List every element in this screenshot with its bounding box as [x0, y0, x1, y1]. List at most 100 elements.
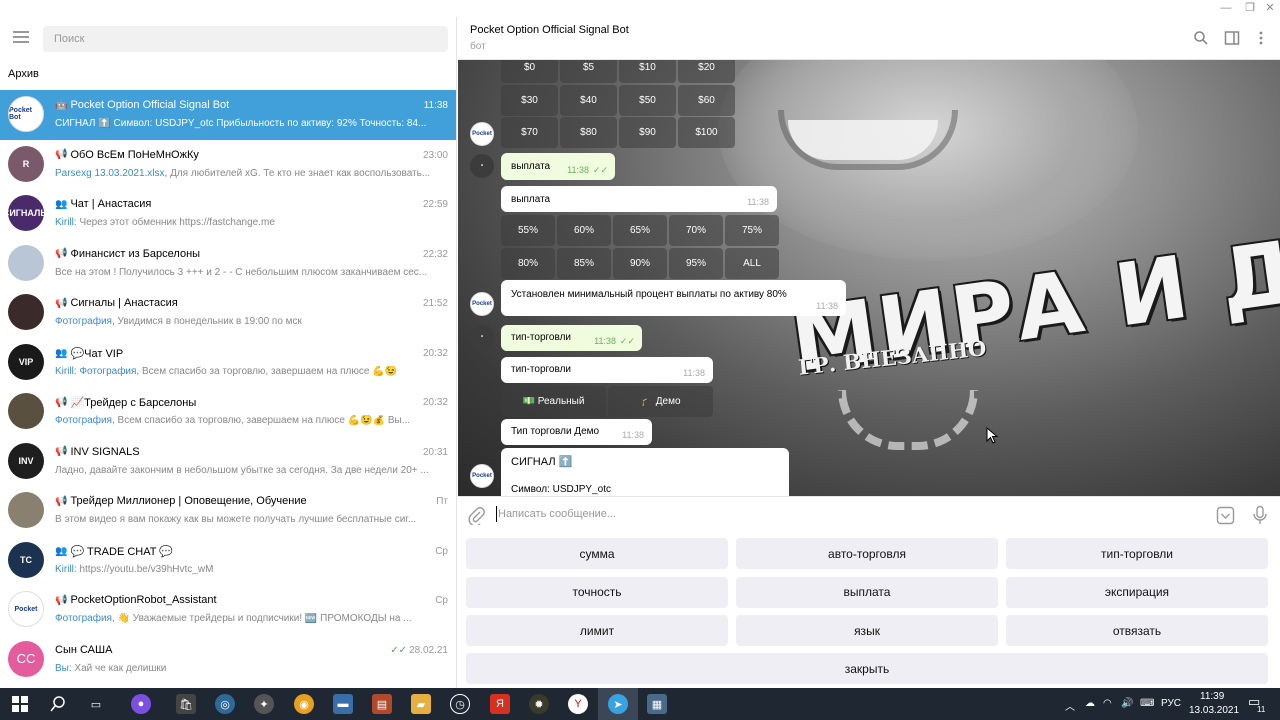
payout-percent-button[interactable]: 80%	[501, 248, 555, 279]
wifi-icon[interactable]: ◠	[1103, 698, 1112, 709]
amount-button[interactable]: $100	[678, 117, 735, 148]
chat-avatar[interactable]	[8, 244, 44, 281]
chat-avatar[interactable]: СИГНАЛЫ	[8, 195, 44, 231]
chat-avatar[interactable]: INV	[8, 442, 44, 479]
incoming-message[interactable]: Установлен минимальный процент выплаты п…	[501, 280, 846, 316]
reply-keyboard-button[interactable]: отвязать	[1006, 615, 1268, 646]
chat-avatar[interactable]: R	[8, 145, 44, 182]
telegram-icon[interactable]: ➤	[608, 694, 628, 714]
network-icon[interactable]: ☁	[1085, 698, 1095, 709]
yandex-icon[interactable]: Я	[490, 694, 510, 714]
chat-title[interactable]: Pocket Option Official Signal Bot	[470, 24, 629, 36]
store-icon[interactable]: 🛍	[176, 694, 196, 714]
chat-list-item[interactable]: VIP 👥 💬Чат VIP 20:32 Kirill: Фотография, Все…	[0, 338, 456, 388]
search-icon[interactable]	[48, 694, 68, 714]
bot-avatar[interactable]: Pocket	[470, 292, 494, 316]
chat-avatar[interactable]: Pocket	[8, 591, 44, 627]
task-view-icon[interactable]: ▭	[86, 694, 106, 714]
message-area[interactable]: МИРА И ДОБРА! ГР. ВНЕЗАПНО $0 $5 $10 $20 $3…	[458, 60, 1280, 496]
payout-percent-button[interactable]: 90%	[613, 248, 667, 279]
bot-avatar[interactable]: Pocket	[470, 122, 494, 146]
chat-avatar[interactable]: Pocket Bot	[8, 96, 44, 132]
payout-percent-button[interactable]: ALL	[725, 248, 779, 279]
user-avatar[interactable]: •	[470, 154, 494, 178]
chat-list-item[interactable]: СС Сын САША ✓✓ 28.02.21 Вы: Хай че как делиш…	[0, 635, 456, 685]
chat-list-item[interactable]: Pocket Bot 🤖 Pocket Option Official Signal…	[0, 90, 456, 140]
message-input[interactable]: Написать сообщение...	[498, 508, 616, 520]
volume-icon[interactable]: 🔊	[1121, 698, 1133, 709]
incoming-message[interactable]: тип-торговли 11:38	[501, 357, 713, 383]
outgoing-message[interactable]: тип-торговли 11:38 ✓✓	[501, 325, 642, 351]
yandex-browser-icon[interactable]: Y	[568, 694, 588, 714]
chat-avatar[interactable]	[8, 492, 44, 528]
chat-list-item[interactable]: 📢 Сигналы | Анастасия 21:52 Фотография, Уви…	[0, 288, 456, 338]
game-icon[interactable]: ✹	[529, 694, 549, 714]
amount-button[interactable]: $30	[501, 85, 558, 116]
trade-type-button[interactable]: 🎓 Демо	[608, 386, 713, 417]
sidebar-toggle-icon[interactable]	[1224, 30, 1240, 46]
chat-avatar[interactable]: TC	[8, 541, 44, 578]
archive-label[interactable]: Архив	[8, 68, 39, 80]
amount-button[interactable]: $70	[501, 117, 558, 148]
amount-button[interactable]: $80	[560, 117, 617, 148]
clock-time[interactable]: 11:39	[1200, 691, 1224, 702]
reply-keyboard-button[interactable]: лимит	[466, 615, 728, 646]
chat-avatar[interactable]: СС	[8, 640, 44, 677]
amount-button[interactable]: $90	[619, 117, 676, 148]
chat-avatar[interactable]	[8, 294, 44, 330]
chat-list-item[interactable]: INV 📢 INV SIGNALS 20:31 Ладно, давайте закон…	[0, 437, 456, 487]
clock-date[interactable]: 13.03.2021	[1189, 705, 1239, 716]
chat-list-item[interactable]: 📢 Трейдер Миллионер | Оповещение, Обучени…	[0, 486, 456, 536]
reply-keyboard-button[interactable]: язык	[736, 615, 998, 646]
amount-button[interactable]: $10	[619, 60, 676, 83]
payout-percent-button[interactable]: 60%	[557, 215, 611, 246]
amount-button[interactable]: $60	[678, 85, 735, 116]
close-icon[interactable]: ✕	[1260, 0, 1280, 17]
payout-percent-button[interactable]: 75%	[725, 215, 779, 246]
outgoing-message[interactable]: выплата 11:38 ✓✓	[501, 153, 615, 180]
reply-keyboard-button[interactable]: тип-торговли	[1006, 538, 1268, 569]
chrome-icon[interactable]: ◉	[294, 694, 314, 714]
reply-keyboard-button[interactable]: сумма	[466, 538, 728, 569]
chat-list-item[interactable]: 📢 📈Трейдер с Барселоны 20:32 Фотография, Вс…	[0, 387, 456, 437]
windows-start-icon[interactable]	[10, 694, 30, 714]
signal-message[interactable]: СИГНАЛ ⬆️ Символ: USDJPY_otc	[501, 448, 789, 496]
chat-list-item[interactable]: R 📢 ОбО ВсЕм ПоНеМнОжКу 23:00 Parsexg 13.03.…	[0, 140, 456, 190]
trade-type-button[interactable]: 💵 Реальный	[501, 386, 606, 417]
app-icon[interactable]: ✦	[254, 694, 274, 714]
chat-list-item[interactable]: СИГНАЛЫ 👥Чат | Анастасия 22:59 Kirill: Чере…	[0, 189, 456, 239]
user-avatar[interactable]: •	[470, 325, 494, 349]
keyboard-icon[interactable]: ⌨	[1140, 698, 1154, 709]
attach-icon[interactable]	[468, 507, 486, 525]
payout-percent-button[interactable]: 70%	[669, 215, 723, 246]
monitor-icon[interactable]: ▬	[333, 694, 353, 714]
language-indicator[interactable]: РУС	[1161, 698, 1181, 709]
payout-percent-button[interactable]: 65%	[613, 215, 667, 246]
reply-keyboard-button[interactable]: экспирация	[1006, 576, 1268, 608]
clock-app-icon[interactable]: ◷	[450, 694, 470, 714]
search-icon[interactable]	[1193, 30, 1209, 46]
payout-percent-button[interactable]: 85%	[557, 248, 611, 279]
payout-percent-button[interactable]: 55%	[501, 215, 555, 246]
chat-avatar[interactable]	[8, 393, 44, 429]
amount-button[interactable]: $40	[560, 85, 617, 116]
maximize-icon[interactable]: ❐	[1240, 0, 1260, 17]
alice-icon[interactable]: ●	[131, 694, 151, 714]
tray-chevron-icon[interactable]: ︿	[1065, 698, 1075, 713]
payout-percent-button[interactable]: 95%	[669, 248, 723, 279]
browser-icon[interactable]: ◎	[215, 694, 235, 714]
amount-button[interactable]: $50	[619, 85, 676, 116]
amount-button[interactable]: $20	[678, 60, 735, 83]
close-keyboard-button[interactable]: закрыть	[466, 653, 1268, 684]
chat-list-item[interactable]: TC 👥 💬 TRADE CHAT 💬 Ср Kirill: https://youtu…	[0, 536, 456, 586]
more-options-icon[interactable]	[1253, 30, 1269, 46]
bot-avatar[interactable]: Pocket	[470, 464, 494, 488]
chat-list-item[interactable]: Pocket 📢 PocketOptionRobot_Assistant Ср Фото…	[0, 585, 456, 635]
winrar-icon[interactable]: ▤	[372, 694, 392, 714]
chat-list-item[interactable]: 📢 Финансист из Барселоны 22:32 Все на этом …	[0, 239, 456, 289]
microphone-icon[interactable]	[1251, 505, 1269, 525]
amount-button[interactable]: $5	[560, 60, 617, 83]
chat-avatar[interactable]: VIP	[8, 343, 44, 380]
reply-keyboard-button[interactable]: авто-торговля	[736, 538, 998, 569]
hamburger-menu-icon[interactable]	[13, 31, 29, 43]
